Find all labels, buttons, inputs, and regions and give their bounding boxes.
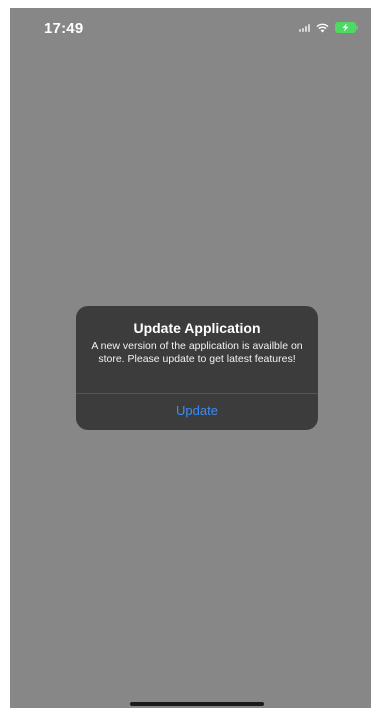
- cellular-signal-icon: [299, 23, 310, 32]
- alert-title: Update Application: [133, 320, 261, 336]
- status-icons: [299, 22, 359, 33]
- home-indicator[interactable]: [130, 702, 264, 706]
- alert-message: A new version of the application is avai…: [91, 340, 303, 365]
- wifi-icon: [316, 23, 329, 33]
- status-bar: 17:49: [10, 8, 371, 48]
- update-button[interactable]: Update: [76, 394, 318, 430]
- battery-charging-icon: [335, 22, 359, 33]
- phone-screen: 17:49 Update Application A new version o…: [10, 8, 371, 708]
- update-alert-dialog: Update Application A new version of the …: [76, 306, 318, 430]
- status-time: 17:49: [44, 20, 84, 37]
